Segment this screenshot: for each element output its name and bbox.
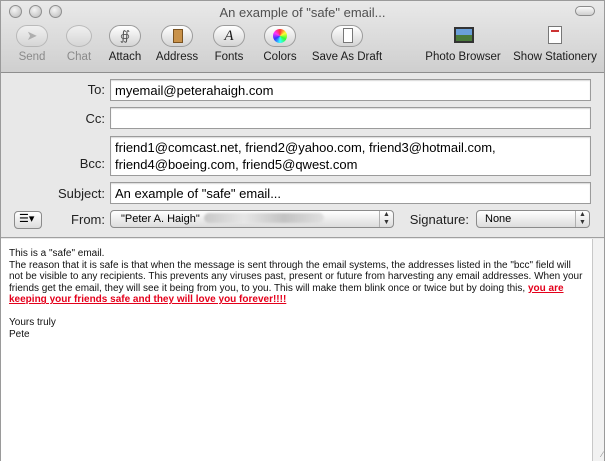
toolbar-toggle-button[interactable] [575,6,595,16]
fonts-icon: A [213,25,245,47]
closing-line: Yours truly [9,316,56,328]
colors-icon [264,25,296,47]
bcc-label: Bcc: [79,156,105,171]
from-label: From: [71,212,105,227]
signature-name: Pete [9,328,30,340]
attach-button[interactable]: ∯ Attach [105,25,145,63]
save-draft-label: Save As Draft [311,51,383,63]
resize-grip-icon[interactable]: ∕ [593,450,603,460]
colors-label: Colors [263,51,297,63]
list-format-icon: ☰▾ [19,213,35,225]
bcc-line: friend1@comcast.net, friend2@yahoo.com, … [115,140,496,155]
vertical-scrollbar[interactable]: ∕ [592,239,604,461]
message-header: To: myemail@peterahaigh.com Cc: Bcc: fri… [1,74,604,238]
colors-button[interactable]: Colors [259,25,301,63]
chat-label: Chat [66,51,92,63]
attach-icon: ∯ [109,25,141,47]
stationery-icon [540,25,570,47]
save-as-draft-button[interactable]: Save As Draft [309,25,385,63]
chat-button[interactable]: Chat [59,25,99,63]
to-field[interactable]: myemail@peterahaigh.com [110,79,591,101]
window-toolbar: An example of "safe" email... ➤ Send Cha… [1,1,604,73]
signature-value: None [485,213,512,225]
show-stationery-button[interactable]: Show Stationery [509,25,601,63]
message-body[interactable]: This is a "safe" email. The reason that … [1,239,592,461]
photo-browser-icon [448,25,478,47]
popup-arrows-icon: ▲ ▼ [575,211,589,227]
address-label: Address [155,51,199,63]
send-label: Send [18,51,46,63]
body-paragraph: The reason that it is safe is that when … [9,260,584,306]
fonts-button[interactable]: A Fonts [209,25,249,63]
save-draft-icon [331,25,363,47]
bcc-field[interactable]: friend1@comcast.net, friend2@yahoo.com, … [110,136,591,176]
redacted-email [203,213,324,223]
to-label: To: [87,82,105,97]
signature-label: Signature: [409,212,469,227]
bcc-line: friend4@boeing.com, friend5@qwest.com [115,157,358,172]
subject-field[interactable]: An example of "safe" email... [110,182,591,204]
cc-field[interactable] [110,107,591,129]
list-format-button[interactable]: ☰▾ [14,211,42,229]
photo-browser-button[interactable]: Photo Browser [423,25,503,63]
attach-label: Attach [108,51,142,63]
body-text: The reason that it is safe is that when … [9,259,583,294]
fonts-label: Fonts [214,51,244,63]
photo-browser-label: Photo Browser [425,51,501,63]
address-icon [161,25,193,47]
send-button[interactable]: ➤ Send [11,25,53,63]
from-value: "Peter A. Haigh" [121,213,200,225]
subject-label: Subject: [58,186,105,201]
show-stationery-label: Show Stationery [513,51,597,63]
from-popup[interactable]: "Peter A. Haigh" ▲ ▼ [110,210,394,228]
address-button[interactable]: Address [153,25,201,63]
body-line: This is a "safe" email. [9,248,105,259]
compose-window: An example of "safe" email... ➤ Send Cha… [0,0,605,461]
popup-arrows-icon: ▲ ▼ [379,211,393,227]
chat-icon [66,25,92,47]
window-title: An example of "safe" email... [219,5,386,20]
send-icon: ➤ [16,25,48,47]
signature-popup[interactable]: None ▲ ▼ [476,210,590,228]
cc-label: Cc: [85,111,106,126]
